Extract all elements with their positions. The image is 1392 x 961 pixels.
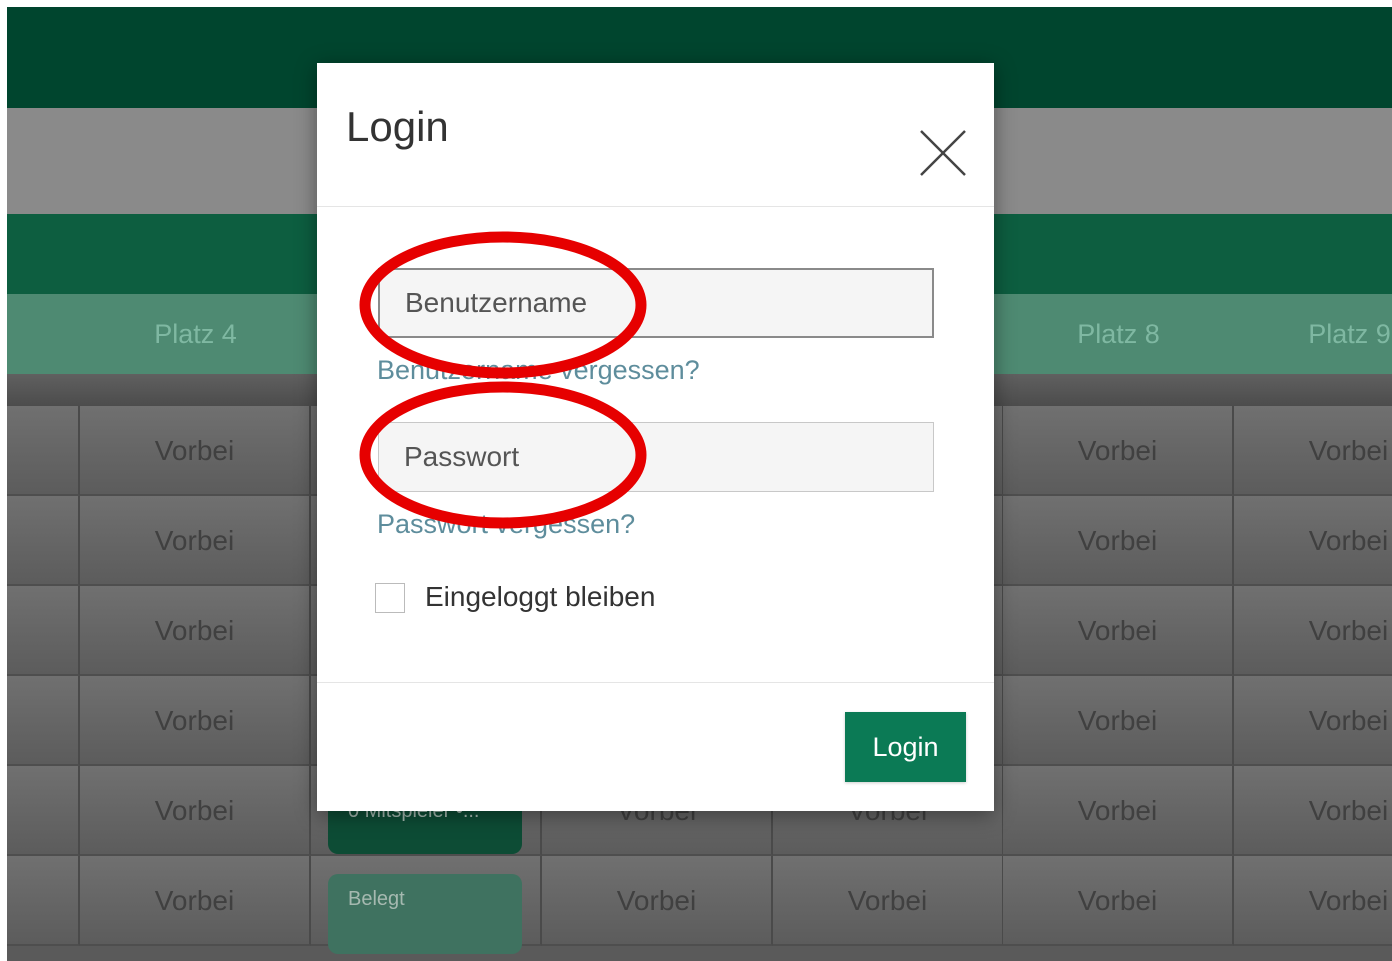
slot-cell[interactable]: Vorbei xyxy=(1003,406,1234,496)
slot-cell[interactable]: Vorbei xyxy=(1234,766,1392,856)
slot-cell[interactable]: Vorbei xyxy=(1234,496,1392,586)
footer-divider xyxy=(317,682,994,683)
court-header-platz-9: Platz 9 xyxy=(1308,319,1391,349)
close-icon[interactable] xyxy=(917,127,969,179)
slot-cell[interactable]: Vorbei xyxy=(1003,676,1234,766)
slot-cell[interactable]: Vorbei xyxy=(773,856,1004,946)
slot-cell[interactable]: Vorbei xyxy=(1003,856,1234,946)
time-cell xyxy=(7,766,80,856)
slot-cell[interactable]: Vorbei xyxy=(1003,766,1234,856)
login-modal: Login Benutzername vergessen? Passwort v… xyxy=(317,63,994,811)
time-cell xyxy=(7,856,80,946)
slot-cell[interactable]: Vorbei xyxy=(80,406,311,496)
slot-cell[interactable]: Vorbei xyxy=(1234,586,1392,676)
forgot-username-link[interactable]: Benutzername vergessen? xyxy=(377,355,700,386)
court-header-platz-8: Platz 8 xyxy=(1077,319,1160,349)
grid-row: VorbeiVorbeiVorbeiVorbeiVorbeiVorbei xyxy=(7,856,1392,946)
forgot-password-link[interactable]: Passwort vergessen? xyxy=(377,509,635,540)
password-input[interactable] xyxy=(378,422,934,492)
time-cell xyxy=(7,406,80,496)
username-input[interactable] xyxy=(378,268,934,338)
slot-cell[interactable]: Vorbei xyxy=(80,496,311,586)
slot-cell[interactable]: Vorbei xyxy=(542,856,773,946)
slot-cell[interactable]: Vorbei xyxy=(80,766,311,856)
time-cell xyxy=(7,496,80,586)
slot-cell[interactable]: Vorbei xyxy=(1234,856,1392,946)
slot-cell[interactable]: Vorbei xyxy=(80,676,311,766)
slot-cell[interactable]: Vorbei xyxy=(80,856,311,946)
slot-cell[interactable]: Vorbei xyxy=(1234,406,1392,496)
header-divider xyxy=(317,206,994,207)
remember-checkbox[interactable] xyxy=(375,583,405,613)
login-button[interactable]: Login xyxy=(845,712,966,782)
slot-cell[interactable]: Vorbei xyxy=(1003,496,1234,586)
slot-cell[interactable]: Vorbei xyxy=(1003,586,1234,676)
booking-tag-belegt[interactable]: Belegt xyxy=(328,874,522,954)
slot-cell[interactable]: Vorbei xyxy=(80,586,311,676)
court-header-platz-4: Platz 4 xyxy=(154,319,237,349)
time-cell xyxy=(7,586,80,676)
modal-title: Login xyxy=(346,103,449,150)
remember-label: Eingeloggt bleiben xyxy=(425,581,656,612)
time-cell xyxy=(7,676,80,766)
slot-cell[interactable]: Vorbei xyxy=(1234,676,1392,766)
